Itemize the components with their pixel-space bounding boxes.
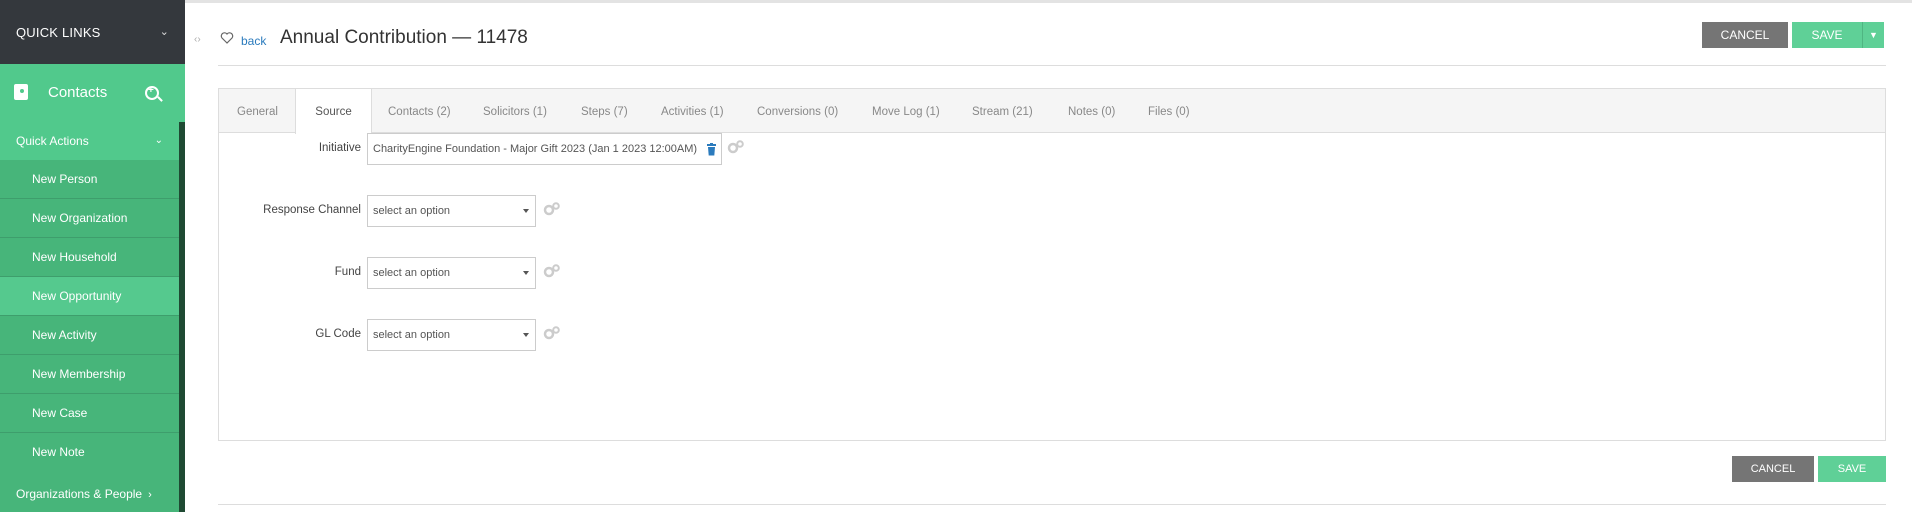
contacts-title: Contacts xyxy=(48,84,108,101)
gears-icon[interactable] xyxy=(727,140,745,154)
response-channel-label: Response Channel xyxy=(263,204,361,216)
heart-icon[interactable] xyxy=(220,31,234,45)
contacts-header[interactable]: Contacts xyxy=(0,64,185,122)
gl-code-value: select an option xyxy=(373,329,451,341)
quick-actions-header[interactable]: Quick Actions ⌄ xyxy=(0,122,179,160)
trash-icon[interactable] xyxy=(706,143,717,156)
cancel-button-bottom[interactable]: CANCEL xyxy=(1732,456,1814,482)
page-title: Annual Contribution — 11478 xyxy=(280,27,528,48)
response-channel-value: select an option xyxy=(373,205,451,217)
tab-bar: General Source Contacts (2) Solicitors (… xyxy=(219,89,1885,134)
save-button-bottom[interactable]: SAVE xyxy=(1818,456,1886,482)
search-plus-icon[interactable] xyxy=(145,85,159,100)
save-options-dropdown-icon[interactable]: ▼ xyxy=(1862,22,1884,48)
sidebar-item-new-organization[interactable]: New Organization xyxy=(0,199,179,238)
initiative-label: Initiative xyxy=(318,142,361,154)
cancel-button[interactable]: CANCEL xyxy=(1702,22,1788,48)
quick-links-label: QUICK LINKS xyxy=(16,24,101,40)
top-border xyxy=(185,0,1912,3)
response-channel-select[interactable]: select an option xyxy=(367,195,536,227)
gl-code-label: GL Code xyxy=(315,328,361,340)
tab-general[interactable]: General xyxy=(237,89,278,133)
initiative-value: CharityEngine Foundation - Major Gift 20… xyxy=(373,143,698,155)
chevron-down-icon: ⌄ xyxy=(159,26,169,38)
sidebar-item-new-membership[interactable]: New Membership xyxy=(0,355,179,394)
collapse-sidebar-icon[interactable]: ‹› xyxy=(194,34,201,45)
sidebar-item-organizations-people[interactable]: Organizations & People › xyxy=(0,476,179,512)
tab-steps[interactable]: Steps (7) xyxy=(581,89,628,133)
tab-notes[interactable]: Notes (0) xyxy=(1068,89,1115,133)
gears-icon[interactable] xyxy=(543,326,561,340)
gears-icon[interactable] xyxy=(543,202,561,216)
tab-move-log[interactable]: Move Log (1) xyxy=(872,89,940,133)
save-button[interactable]: SAVE xyxy=(1792,22,1862,48)
chevron-down-icon xyxy=(523,333,529,337)
quick-actions-label: Quick Actions xyxy=(16,134,89,148)
tab-conversions[interactable]: Conversions (0) xyxy=(757,89,838,133)
gl-code-select[interactable]: select an option xyxy=(367,319,536,351)
gears-icon[interactable] xyxy=(543,264,561,278)
sidebar: QUICK LINKS ⌄ Contacts Quick Actions ⌄ N… xyxy=(0,0,185,512)
tab-source[interactable]: Source xyxy=(295,89,372,134)
sidebar-accent-bar xyxy=(179,122,185,512)
chevron-down-icon xyxy=(523,209,529,213)
sidebar-item-new-note[interactable]: New Note xyxy=(0,433,179,472)
tab-solicitors[interactable]: Solicitors (1) xyxy=(483,89,547,133)
fund-select[interactable]: select an option xyxy=(367,257,536,289)
sidebar-item-new-case[interactable]: New Case xyxy=(0,394,179,433)
organizations-people-label: Organizations & People xyxy=(16,487,143,501)
fund-value: select an option xyxy=(373,267,451,279)
sidebar-item-new-activity[interactable]: New Activity xyxy=(0,316,179,355)
chevron-down-icon: ⌄ xyxy=(154,135,163,146)
tab-panel: General Source Contacts (2) Solicitors (… xyxy=(218,88,1886,441)
tab-stream[interactable]: Stream (21) xyxy=(972,89,1033,133)
tab-files[interactable]: Files (0) xyxy=(1148,89,1190,133)
sidebar-item-new-household[interactable]: New Household xyxy=(0,238,179,277)
sidebar-item-new-person[interactable]: New Person xyxy=(0,160,179,199)
fund-label: Fund xyxy=(334,266,361,278)
quick-links-toggle[interactable]: QUICK LINKS ⌄ xyxy=(0,0,185,64)
initiative-field[interactable]: CharityEngine Foundation - Major Gift 20… xyxy=(367,133,722,165)
chevron-right-icon: › xyxy=(148,489,152,501)
tab-contacts[interactable]: Contacts (2) xyxy=(388,89,451,133)
sidebar-item-new-opportunity[interactable]: New Opportunity xyxy=(0,277,179,316)
back-link[interactable]: back xyxy=(241,34,266,48)
bottom-divider xyxy=(218,504,1886,505)
tab-activities[interactable]: Activities (1) xyxy=(661,89,724,133)
contacts-book-icon xyxy=(14,84,28,100)
title-divider xyxy=(218,65,1886,66)
chevron-down-icon xyxy=(523,271,529,275)
